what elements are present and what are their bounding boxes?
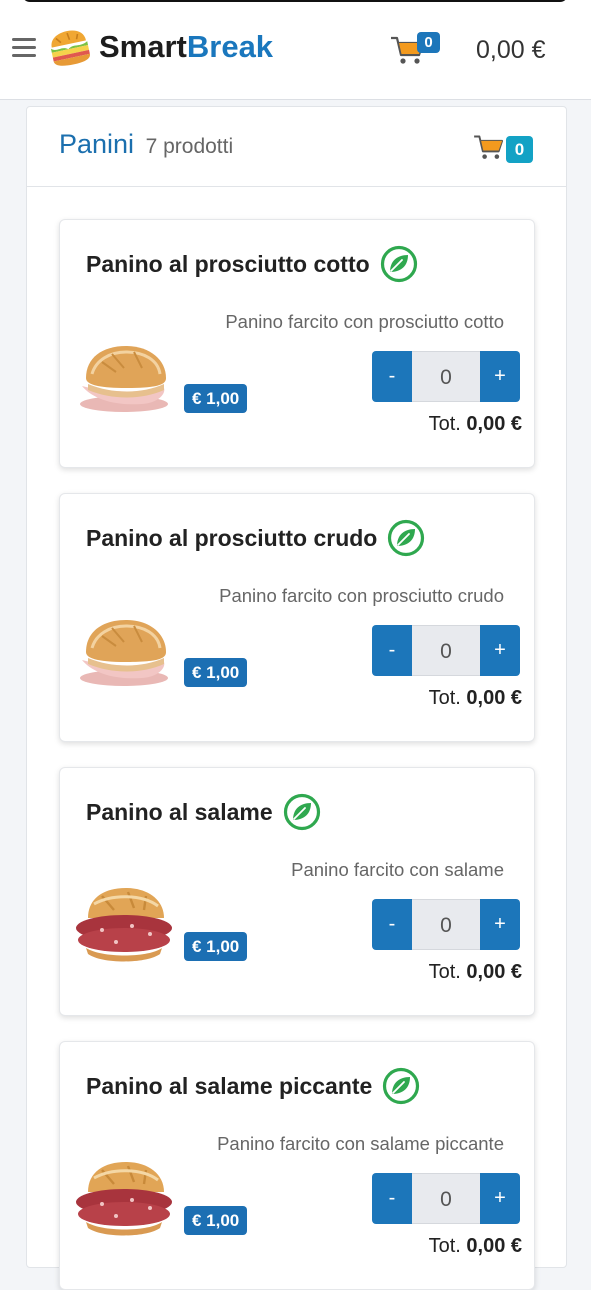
price-badge: € 1,00 xyxy=(184,384,248,413)
product-card: Panino al salame Panino farcito con sala… xyxy=(59,767,535,1016)
product-image xyxy=(72,608,172,692)
brand-text-part1: Smart xyxy=(99,29,187,64)
category-cart-badge: 0 xyxy=(506,136,533,163)
quantity-value[interactable]: 0 xyxy=(412,625,480,676)
cart-count-badge: 0 xyxy=(417,32,440,53)
total-value: 0,00 € xyxy=(466,687,522,709)
product-description: Panino farcito con salame xyxy=(291,859,504,880)
category-name: Panini xyxy=(59,129,135,159)
category-header: Panini 7 prodotti 0 xyxy=(27,107,566,187)
total-label: Tot. xyxy=(428,413,461,435)
device-notch xyxy=(22,0,568,2)
product-total: Tot. 0,00 € xyxy=(429,1233,522,1259)
product-description: Panino farcito con prosciutto cotto xyxy=(225,311,504,332)
product-description: Panino farcito con prosciutto crudo xyxy=(219,585,504,606)
sandwich-logo-icon xyxy=(50,30,90,66)
leaf-icon xyxy=(387,519,425,557)
product-title: Panino al salame xyxy=(86,799,273,825)
product-title: Panino al prosciutto crudo xyxy=(86,525,378,551)
product-image xyxy=(72,1156,172,1240)
leaf-icon xyxy=(283,793,321,831)
quantity-value[interactable]: 0 xyxy=(412,1173,480,1224)
total-label: Tot. xyxy=(428,961,461,983)
quantity-stepper: - 0 + xyxy=(372,1173,522,1224)
quantity-value[interactable]: 0 xyxy=(412,351,480,402)
total-label: Tot. xyxy=(428,687,461,709)
product-image xyxy=(72,882,172,966)
brand-logo-text[interactable]: SmartBreak xyxy=(99,28,273,66)
increase-button[interactable]: + xyxy=(480,899,520,950)
brand-text-part2: Break xyxy=(186,29,274,64)
leaf-icon xyxy=(380,245,418,283)
total-value: 0,00 € xyxy=(466,413,522,435)
product-total: Tot. 0,00 € xyxy=(429,959,522,985)
product-total: Tot. 0,00 € xyxy=(429,685,522,711)
quantity-stepper: - 0 + xyxy=(372,625,522,676)
increase-button[interactable]: + xyxy=(480,1173,520,1224)
product-total: Tot. 0,00 € xyxy=(429,411,522,437)
decrease-button[interactable]: - xyxy=(372,351,412,402)
category-cart-icon[interactable] xyxy=(473,133,505,161)
price-badge: € 1,00 xyxy=(184,658,248,687)
product-card: Panino al prosciutto crudo Panino farcit… xyxy=(59,493,535,742)
product-card: Panino al salame piccante Panino farcito… xyxy=(59,1041,535,1290)
decrease-button[interactable]: - xyxy=(372,625,412,676)
product-card: Panino al prosciutto cotto Panino farcit… xyxy=(59,219,535,468)
top-bar: SmartBreak 0 0,00 € xyxy=(0,0,591,100)
total-label: Tot. xyxy=(428,1235,461,1257)
product-description: Panino farcito con salame piccante xyxy=(217,1133,504,1154)
category-panel: Panini 7 prodotti 0 Panino al prosciutto… xyxy=(26,106,567,1290)
price-badge: € 1,00 xyxy=(184,1206,248,1235)
quantity-stepper: - 0 + xyxy=(372,899,522,950)
cart-total[interactable]: 0,00 € xyxy=(476,33,546,67)
quantity-stepper: - 0 + xyxy=(372,351,522,402)
increase-button[interactable]: + xyxy=(480,351,520,402)
product-count: 7 prodotti xyxy=(145,135,234,158)
quantity-value[interactable]: 0 xyxy=(412,899,480,950)
total-value: 0,00 € xyxy=(466,961,522,983)
decrease-button[interactable]: - xyxy=(372,1173,412,1224)
product-title: Panino al salame piccante xyxy=(86,1073,373,1099)
total-value: 0,00 € xyxy=(466,1235,522,1257)
product-title: Panino al prosciutto cotto xyxy=(86,251,370,277)
decrease-button[interactable]: - xyxy=(372,899,412,950)
leaf-icon xyxy=(382,1067,420,1105)
category-title: Panini 7 prodotti xyxy=(59,127,233,164)
increase-button[interactable]: + xyxy=(480,625,520,676)
price-badge: € 1,00 xyxy=(184,932,248,961)
product-image xyxy=(72,334,172,418)
menu-icon[interactable] xyxy=(12,38,36,58)
